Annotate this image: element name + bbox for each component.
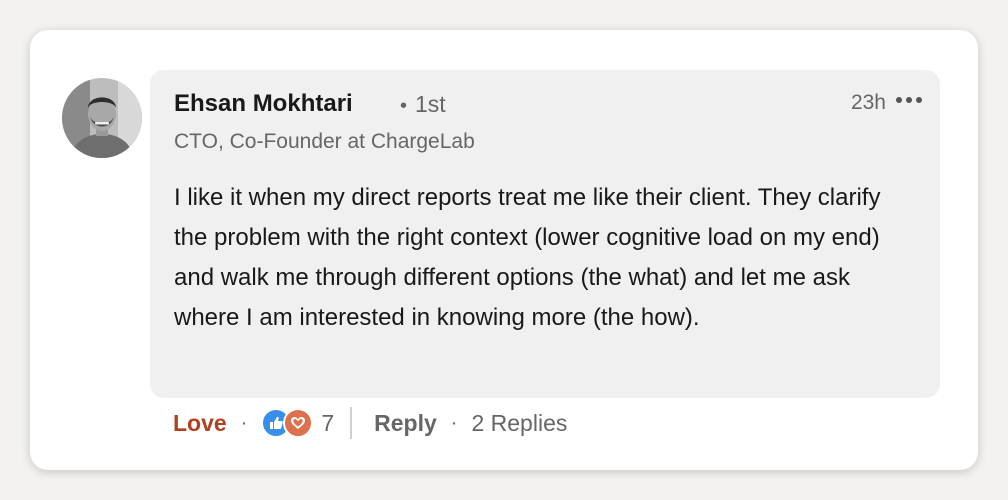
reaction-count: 7 — [321, 409, 335, 436]
comment-actions: Love · 7 Reply · 2 Replies — [173, 404, 567, 442]
connection-degree: • 1st — [400, 91, 446, 118]
love-icon — [283, 408, 314, 438]
more-horizontal-icon-dot — [906, 97, 912, 103]
more-options-button[interactable] — [892, 86, 926, 114]
more-horizontal-icon-dot — [896, 97, 902, 103]
profile-photo — [62, 78, 142, 158]
reply-button[interactable]: Reply — [374, 410, 437, 437]
bullet-separator: · — [450, 411, 458, 434]
comment-card: Ehsan Mokhtari • 1st CTO, Co-Founder at C… — [30, 30, 978, 470]
bullet-separator: • — [400, 95, 408, 117]
love-reaction-button[interactable]: Love — [173, 410, 227, 437]
comment-text: I like it when my direct reports treat m… — [174, 184, 881, 331]
view-replies-link[interactable]: 2 Replies — [471, 410, 567, 437]
reactions-summary[interactable]: 7 — [261, 408, 334, 438]
divider — [350, 407, 353, 439]
author-headline: CTO, Co-Founder at ChargeLab — [174, 130, 475, 153]
comment-bubble: Ehsan Mokhtari • 1st CTO, Co-Founder at C… — [150, 70, 940, 398]
comment-timestamp: 23h — [850, 91, 886, 114]
bullet-separator: · — [240, 411, 248, 434]
avatar[interactable] — [62, 78, 142, 158]
more-horizontal-icon-dot — [916, 97, 922, 103]
degree-label: 1st — [415, 91, 446, 117]
author-name[interactable]: Ehsan Mokhtari — [174, 90, 353, 118]
